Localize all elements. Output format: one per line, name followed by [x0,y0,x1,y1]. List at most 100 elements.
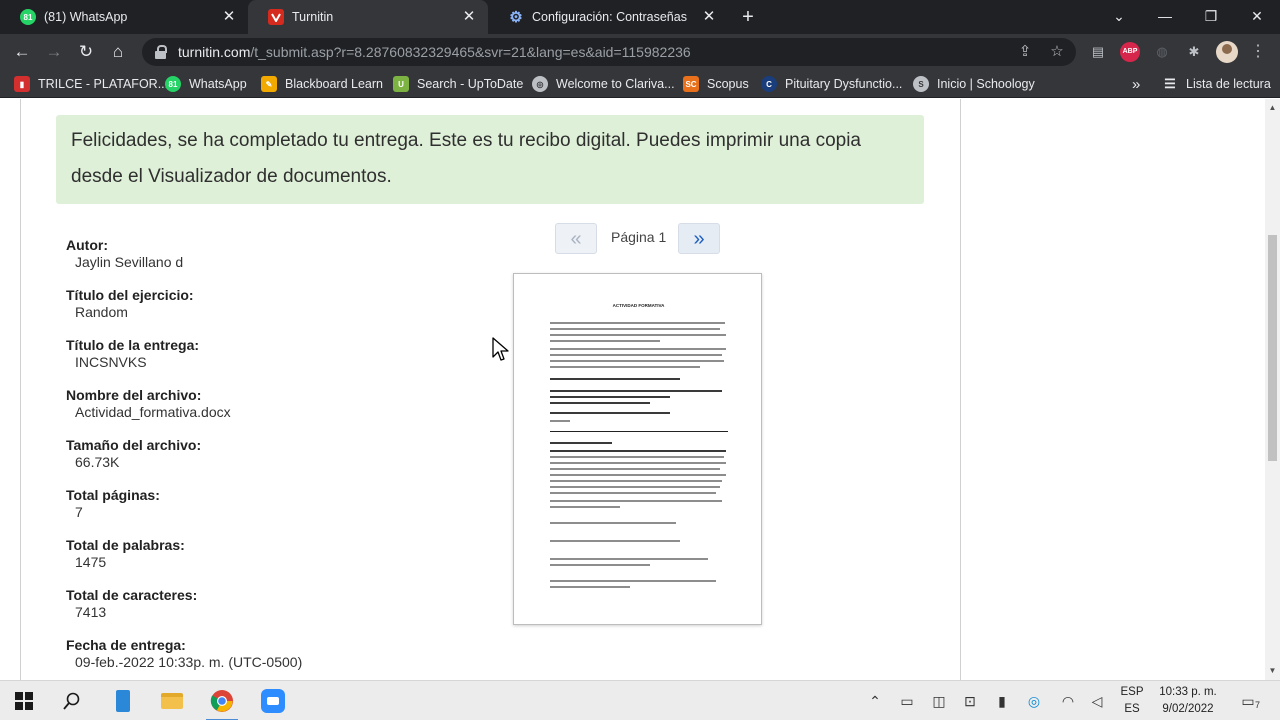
document-text-line [550,328,720,330]
page-scrollbar[interactable]: ▲ ▼ [1265,99,1280,680]
taskbar-app-zoom[interactable] [249,681,297,720]
tab-title: (81) WhatsApp [44,10,128,24]
screenshot-tool-icon[interactable]: ⊡ [960,692,980,710]
detail-value: 66.73K [75,454,120,470]
wifi-icon[interactable]: ◠ [1058,692,1078,710]
taskbar-app-files[interactable] [99,681,147,720]
bookmark-whatsapp[interactable]: 81 WhatsApp [165,75,247,93]
meet-now-icon[interactable]: ◫ [929,692,949,710]
bookmark-scopus[interactable]: SC Scopus [683,75,749,93]
address-bar[interactable]: turnitin.com/t_submit.asp?r=8.2876083232… [142,38,1076,66]
document-text-line [550,378,680,380]
bookmark-trilce[interactable]: ▮ TRILCE - PLATAFOR... [14,75,168,93]
document-thumbnail[interactable]: ACTIVIDAD FORMATIVA [513,273,762,625]
bookmark-label: Inicio | Schoology [937,77,1035,91]
next-page-button[interactable]: » [678,223,720,254]
bookmark-clarivate[interactable]: ◎ Welcome to Clariva... [532,75,675,93]
adblock-plus-icon[interactable]: ABP [1120,42,1140,62]
bookmark-blackboard[interactable]: ✎ Blackboard Learn [261,75,383,93]
back-icon[interactable]: ← [10,40,34,64]
menu-kebab-icon[interactable]: ⋮ [1248,42,1268,62]
submission-details: Autor: Jaylin Sevillano d Título del eje… [66,237,466,680]
document-text-line [550,348,726,350]
close-tab-icon[interactable]: ✕ [700,8,718,26]
whatsapp-icon: 81 [165,76,181,92]
bookmarks-bar: ▮ TRILCE - PLATAFOR... 81 WhatsApp ✎ Bla… [0,70,1280,98]
app-tray-icon[interactable]: ◎ [1024,692,1044,710]
reload-icon[interactable]: ↻ [74,40,98,64]
document-title: ACTIVIDAD FORMATIVA [612,303,665,308]
detail-file-name: Nombre del archivo: Actividad_formativa.… [66,387,466,437]
scroll-down-icon[interactable]: ▼ [1265,664,1280,678]
close-window-icon[interactable]: ✕ [1234,0,1280,34]
detail-label: Nombre del archivo: [66,387,202,403]
document-text-line [550,480,722,482]
mouse-cursor-icon [492,337,509,361]
close-tab-icon[interactable]: ✕ [220,8,238,26]
zoom-icon [261,689,285,713]
bookmark-pituitary[interactable]: C Pituitary Dysfunctio... [761,75,902,93]
page-pager: « Página 1 » [555,223,725,255]
home-icon[interactable]: ⌂ [106,40,130,64]
tab-search-icon[interactable]: ⌄ [1096,0,1142,34]
document-text-line [550,354,722,356]
bookmark-star-icon[interactable]: ☆ [1048,43,1066,61]
extension-icon[interactable]: ◍ [1152,42,1172,62]
notification-center-icon[interactable]: 7 ▭ [1238,692,1260,710]
document-text-line [550,522,676,524]
tab-turnitin[interactable]: Turnitin ✕ [248,0,488,34]
scroll-up-icon[interactable]: ▲ [1265,101,1280,115]
taskbar-app-explorer[interactable] [148,681,196,720]
puzzle-extensions-icon[interactable]: ✱ [1184,42,1204,62]
detail-value: 1475 [75,554,107,570]
detail-label: Tamaño del archivo: [66,437,202,453]
taskbar-app-chrome[interactable] [198,681,246,720]
clock[interactable]: 10:33 p. m. 9/02/2022 [1150,684,1226,718]
settings-gear-icon: ⚙ [509,9,523,26]
search-icon [63,692,80,710]
scrollbar-thumb[interactable] [1268,235,1277,461]
document-extension-icon[interactable]: ▤ [1088,42,1108,62]
detail-word-count: Total de palabras: 1475 [66,537,466,587]
detail-value: INCSNVKS [75,354,147,370]
tab-whatsapp[interactable]: 81 (81) WhatsApp ✕ [0,0,248,34]
input-language[interactable]: ESP ES [1117,684,1147,718]
detail-label: Total de palabras: [66,537,185,553]
profile-avatar[interactable] [1216,41,1238,63]
url-text[interactable]: turnitin.com/t_submit.asp?r=8.2876083232… [178,44,691,60]
bookmarks-overflow-icon[interactable]: » [1132,75,1140,93]
document-text-line [550,360,724,362]
bookmark-uptodate[interactable]: U Search - UpToDate [393,75,523,93]
tab-settings-passwords[interactable]: ⚙ Configuración: Contraseñas ✕ [488,0,728,34]
reading-list[interactable]: ☰ Lista de lectura [1162,75,1271,93]
show-hidden-icons-icon[interactable]: ⌃ [865,692,885,710]
lock-icon[interactable] [154,45,168,59]
detail-label: Autor: [66,237,108,253]
detail-value: 7413 [75,604,107,620]
minimize-icon[interactable]: — [1142,0,1188,34]
document-text-line [550,450,726,452]
bookmark-label: TRILCE - PLATAFOR... [38,77,169,91]
close-tab-icon[interactable]: ✕ [460,8,478,26]
windows-taskbar: ⌃ ▭ ◫ ⊡ ▮ ◎ ◠ ◁ ESP ES 10:33 p. m. 9/02/… [0,680,1280,720]
detail-character-count: Total de caracteres: 7413 [66,587,466,637]
battery-icon[interactable]: ▭ [897,692,917,710]
trilce-icon: ▮ [14,76,30,92]
microphone-icon[interactable]: ▮ [992,692,1012,710]
bookmark-schoology[interactable]: S Inicio | Schoology [913,75,1035,93]
search-button[interactable] [48,681,96,720]
browser-toolbar: ← → ↻ ⌂ turnitin.com/t_submit.asp?r=8.28… [0,34,1280,70]
page-indicator: Página 1 [611,229,667,245]
new-tab-icon[interactable]: + [738,7,758,27]
bookmark-label: Welcome to Clariva... [556,77,675,91]
volume-icon[interactable]: ◁ [1087,692,1107,710]
clock-date: 9/02/2022 [1162,703,1214,715]
forward-icon[interactable]: → [42,40,66,64]
previous-page-button[interactable]: « [555,223,597,254]
start-button[interactable] [0,681,48,720]
detail-label: Fecha de entrega: [66,637,186,653]
share-icon[interactable]: ⇪ [1016,43,1034,61]
keyboard-code: ES [1124,703,1140,715]
page-viewport: Felicidades, se ha completado tu entrega… [0,99,1280,680]
restore-icon[interactable]: ❐ [1188,0,1234,34]
